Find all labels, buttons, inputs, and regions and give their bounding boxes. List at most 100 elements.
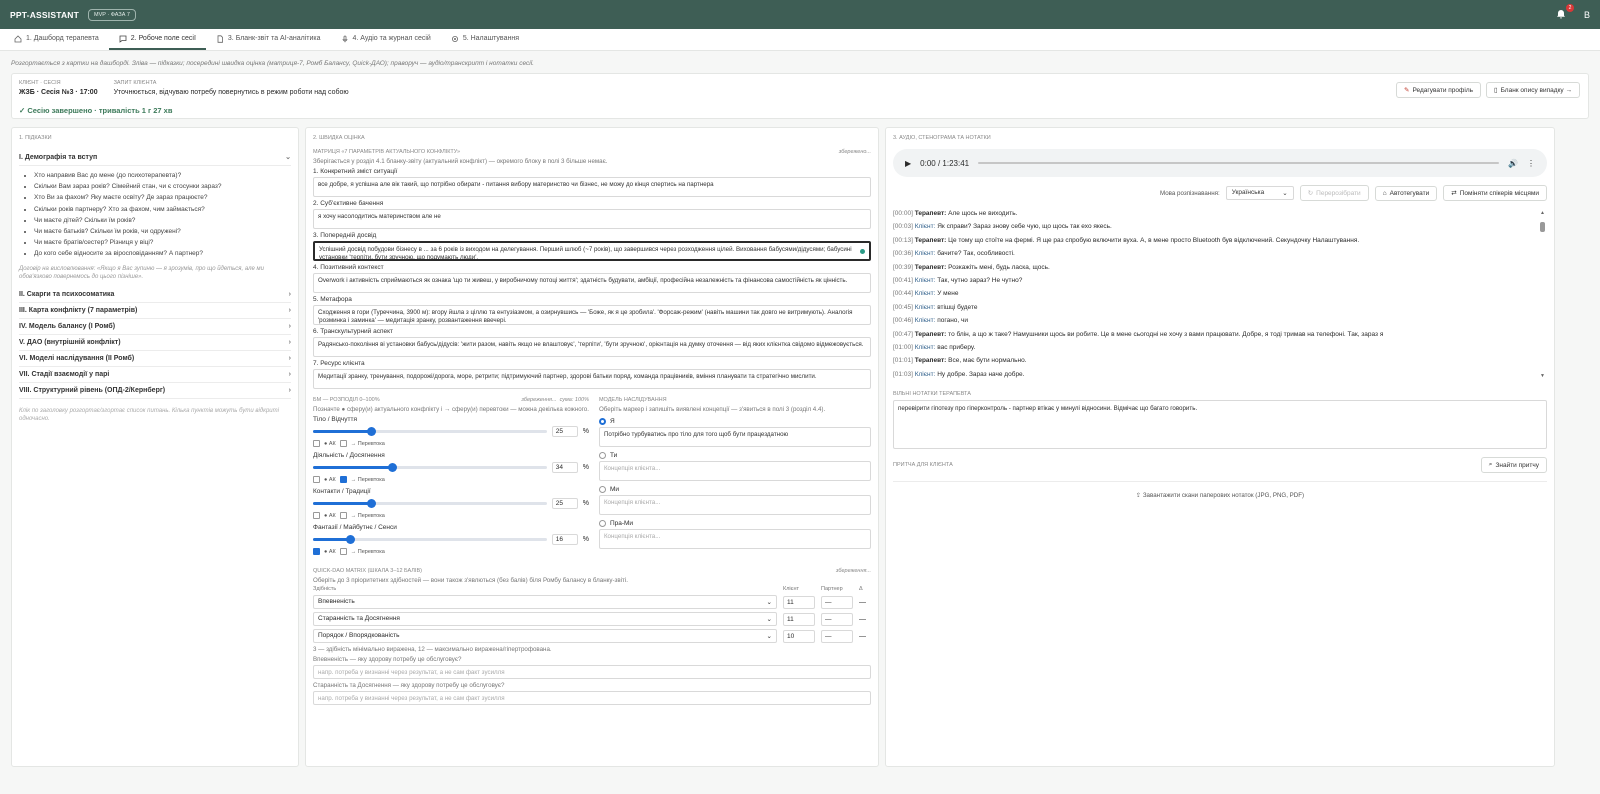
accordion-section[interactable]: IV. Модель балансу (І Ромб) › (19, 319, 291, 335)
accordion-section[interactable]: VII. Стадії взаємодії у парі › (19, 367, 291, 383)
transcript-scrollbar[interactable]: ▲ ▼ (1540, 207, 1545, 383)
ak-checkbox[interactable] (313, 512, 320, 519)
ability-select[interactable]: Впевненість ⌄ (313, 595, 777, 609)
refresh-icon: ↻ (1307, 190, 1314, 197)
list-item: Скільки років партнеру? Хто за фахом, чи… (34, 204, 291, 215)
positive-context-textarea[interactable]: Overwork і активність сприймаються як оз… (313, 273, 871, 293)
need-question: Впевненість — яку здорову потребу це обс… (313, 656, 462, 663)
find-parable-button[interactable]: ⌕ Знайти притчу (1480, 457, 1547, 473)
accordion-section[interactable]: V. ДАО (внутрішній конфлікт) › (19, 335, 291, 351)
contacts-slider[interactable] (313, 498, 547, 508)
hints-title: 1. ПІДКАЗКИ (19, 135, 52, 141)
client-score-input[interactable]: 10 (783, 629, 815, 643)
edit-profile-button[interactable]: ✎ Редагувати профіль (1396, 82, 1482, 98)
request-label: ЗАПИТ КЛІЄНТА (113, 80, 157, 86)
upload-icon: ⇪ (1135, 492, 1142, 499)
bm-sum: сума: 100% (559, 397, 589, 403)
tab-dashboard[interactable]: 1. Дашборд терапевта (4, 29, 109, 50)
flow-checkbox[interactable] (339, 548, 347, 555)
partner-score-input[interactable]: — (821, 629, 853, 643)
subjective-textarea[interactable]: я хочу насолодитись материнством але не (313, 209, 871, 229)
concept-textarea[interactable]: Концепція клієнта... (598, 461, 871, 481)
ak-checkbox[interactable] (313, 440, 320, 447)
avatar[interactable]: B (1584, 10, 1590, 20)
accordion-section[interactable]: II. Скарги та психосоматика › (19, 287, 291, 303)
request-value: Уточнюється, відчуваю потребу повернутис… (113, 89, 349, 96)
accordion-demography[interactable]: I. Демографія та вступ ⌄ (19, 149, 291, 166)
chevron-right-icon: › (288, 354, 291, 362)
field-label: 7. Ресурс клієнта (313, 360, 365, 367)
slider-handle[interactable] (367, 498, 377, 508)
concept-textarea[interactable]: Потрібно турбуватись про тіло для того щ… (598, 427, 871, 447)
body-slider[interactable] (313, 426, 547, 436)
assessment-title: 2. ШВИДКА ОЦІНКА (313, 135, 365, 141)
audio-panel: 3. АУДІО, СТЕНОГРАМА ТА НОТАТКИ ▶ 0:00 /… (885, 127, 1555, 767)
ability-select[interactable]: Порядок / Впорядкованість ⌄ (313, 629, 777, 643)
client-score-input[interactable]: 11 (783, 595, 815, 609)
tag-icon: ⌂ (1382, 189, 1387, 197)
marker-radio[interactable] (598, 452, 606, 459)
assessment-panel: 2. ШВИДКА ОЦІНКА МАТРИЦЯ «7 ПАРАМЕТРІВ А… (305, 127, 879, 767)
upload-scans-button[interactable]: ⇪ Завантажити скани паперових нотаток (J… (893, 481, 1547, 499)
activity-value-input[interactable]: 34 (551, 461, 578, 473)
field-label: 2. Суб'єктивне бачення (313, 200, 384, 207)
volume-icon[interactable]: 🔊 (1508, 159, 1518, 168)
accordion-section[interactable]: III. Карта конфлікту (7 параметрів) › (19, 303, 291, 319)
client-score-input[interactable]: 11 (783, 612, 815, 626)
case-form-button[interactable]: ▯ Бланк опису випадку → (1486, 82, 1580, 98)
partner-score-input[interactable]: — (821, 595, 853, 609)
tab-settings[interactable]: 5. Налаштування (441, 29, 529, 50)
flow-checkbox[interactable] (339, 476, 347, 483)
metaphor-textarea[interactable]: Сходження в гори (Туреччина, 3900 м): вг… (313, 305, 871, 325)
notes-textarea[interactable]: перевірити гіпотезу про гіперконтроль - … (893, 400, 1547, 449)
tab-audio-journal[interactable]: 4. Аудіо та журнал сесій (331, 29, 441, 50)
marker-radio[interactable] (598, 418, 606, 425)
slider-handle[interactable] (367, 426, 377, 436)
fantasy-slider[interactable] (313, 534, 547, 544)
flow-checkbox[interactable] (339, 440, 347, 447)
more-options-icon[interactable]: ⋮ (1527, 159, 1535, 168)
pencil-icon: ✎ (1404, 87, 1410, 94)
list-item: Чи маєте батьків? Скільки їм років, чи о… (34, 226, 291, 237)
marker-radio[interactable] (598, 486, 606, 493)
need-textarea[interactable]: напр. потреба у визнанні через результат… (313, 665, 871, 679)
tab-session-field[interactable]: 2. Робоче поле сесії (108, 29, 206, 50)
slider-handle[interactable] (346, 534, 356, 544)
slider-label: Тіло / Відчуття (313, 416, 357, 423)
need-textarea[interactable]: напр. потреба у визнанні через результат… (313, 691, 871, 705)
autotag-button[interactable]: ⌂ Автотегувати (1374, 185, 1438, 201)
list-item: Чи маєте дітей? Скільки їм років? (34, 215, 291, 226)
transcultural-textarea[interactable]: Радянсько-покоління ві установки бабусь/… (313, 337, 871, 357)
session-label: КЛІЄНТ · СЕСІЯ (19, 80, 61, 86)
quick-dao-matrix: QUICK-DAO MATRIX (ШКАЛА 3–12 БАЛІВ) збере… (313, 568, 871, 705)
audio-progress[interactable] (978, 162, 1500, 164)
qdao-title: QUICK-DAO MATRIX (ШКАЛА 3–12 БАЛІВ) (313, 568, 422, 574)
experience-textarea[interactable]: Успішний досвід побудови бізнесу в ... з… (313, 241, 871, 261)
activity-slider[interactable] (313, 462, 547, 472)
slider-handle[interactable] (388, 462, 398, 472)
concept-textarea[interactable]: Концепція клієнта... (598, 529, 871, 549)
marker-radio[interactable] (598, 520, 606, 527)
language-select[interactable]: Українська ⌄ (1225, 186, 1294, 200)
swap-speakers-button[interactable]: ⇄ Поміняти спікерів місцями (1443, 185, 1547, 201)
play-icon[interactable]: ▶ (905, 159, 911, 168)
field-label: 4. Позитивний контекст (313, 264, 384, 271)
concept-textarea[interactable]: Концепція клієнта... (598, 495, 871, 515)
body-value-input[interactable]: 25 (551, 425, 578, 437)
reprocess-button[interactable]: ↻ Перерозібрати (1299, 185, 1369, 201)
tab-report[interactable]: 3. Бланк-звіт та AI-аналітика (206, 29, 331, 50)
ak-checkbox[interactable] (313, 548, 320, 555)
fantasy-value-input[interactable]: 16 (551, 533, 578, 545)
accordion-section[interactable]: VIII. Структурний рівень (ОПД-2/Кернберг… (19, 383, 291, 399)
situation-textarea[interactable]: все добре, я успішна але вік такий, що п… (313, 177, 871, 197)
accordion-section[interactable]: VI. Моделі наслідування (ІІ Ромб) › (19, 351, 291, 367)
resource-textarea[interactable]: Медитації зранку, тренування, подорожі/д… (313, 369, 871, 389)
partner-score-input[interactable]: — (821, 612, 853, 626)
ak-checkbox[interactable] (313, 476, 320, 483)
field-label: 1. Конкретний зміст ситуації (313, 168, 398, 175)
ability-select[interactable]: Старанність та Досягнення ⌄ (313, 612, 777, 626)
notifications-button[interactable]: 2 (1556, 3, 1574, 21)
contacts-value-input[interactable]: 25 (551, 497, 578, 509)
flow-checkbox[interactable] (339, 512, 347, 519)
chat-icon (119, 35, 127, 43)
